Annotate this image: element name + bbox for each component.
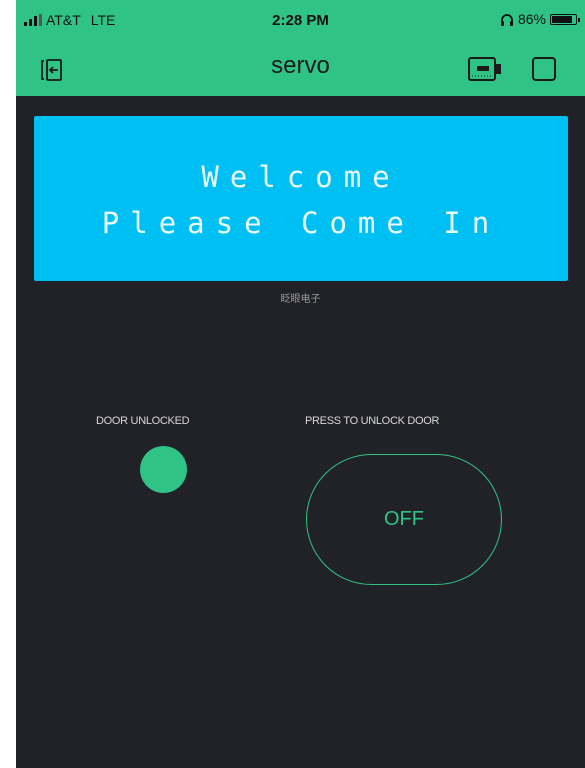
button-label: PRESS TO UNLOCK DOOR [305, 415, 440, 427]
status-bar: AT&T LTE 2:28 PM 86% [16, 8, 585, 36]
battery-percent: 86% [517, 11, 546, 27]
lcd-caption: 眨眼电子 [280, 294, 321, 305]
battery-icon [550, 13, 580, 25]
button-value: OFF [384, 508, 424, 530]
device-icon[interactable] [468, 56, 502, 82]
led-label: DOOR UNLOCKED [96, 415, 190, 427]
headphones-icon [500, 13, 513, 26]
battery-fill [552, 15, 572, 23]
top-bar: AT&T LTE 2:28 PM 86% servo [16, 0, 585, 96]
status-right: 86% [500, 11, 580, 27]
led-indicator [140, 446, 187, 493]
unlock-door-button[interactable]: OFF [306, 454, 502, 585]
lcd-line-2: Please Come In [101, 206, 501, 240]
app-screen: AT&T LTE 2:28 PM 86% servo Welcome Pleas… [16, 0, 585, 768]
lcd-line-1: Welcome [201, 160, 401, 194]
lcd-display [34, 116, 568, 281]
square-icon[interactable] [532, 57, 556, 81]
